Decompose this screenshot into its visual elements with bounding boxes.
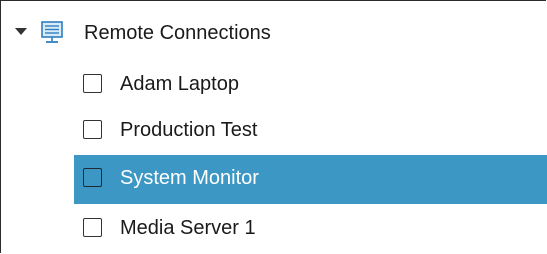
tree-item-label: Media Server 1 <box>120 217 256 239</box>
checkbox[interactable] <box>83 120 102 139</box>
tree-node-remote-connections[interactable]: Remote Connections <box>0 10 547 52</box>
tree-item-adam-laptop[interactable]: Adam Laptop <box>74 61 547 110</box>
tree-item-system-monitor[interactable]: System Monitor <box>74 155 547 204</box>
checkbox[interactable] <box>83 74 102 93</box>
checkbox[interactable] <box>83 218 102 237</box>
tree-node-label: Remote Connections <box>84 22 271 44</box>
monitor-icon <box>41 21 63 43</box>
tree-item-production-test[interactable]: Production Test <box>74 107 547 156</box>
tree-item-label: Production Test <box>120 119 258 141</box>
tree-item-label: Adam Laptop <box>120 73 239 95</box>
connections-tree: Remote Connections Adam Laptop Productio… <box>0 0 547 254</box>
checkbox[interactable] <box>83 168 102 187</box>
tree-item-media-server-1[interactable]: Media Server 1 <box>74 205 547 254</box>
tree-item-label: System Monitor <box>120 167 259 189</box>
expand-caret-icon[interactable] <box>15 28 27 35</box>
